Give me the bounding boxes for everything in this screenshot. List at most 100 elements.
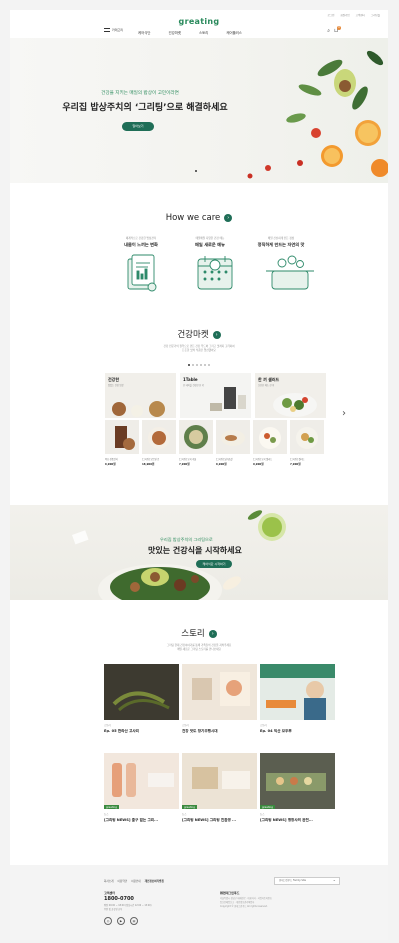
story-item-4[interactable]: greating 뉴스 [그리팅 NEWS] 출구 없는 그리...	[104, 753, 179, 823]
nav-careplus[interactable]: 케어플러스	[226, 30, 242, 35]
hero-cta-button[interactable]: 알아보기	[122, 122, 154, 131]
product-name: [그리팅] 오곡·곡물	[179, 458, 197, 461]
story-title: [그리팅 NEWS] 그리팅 친환경 ...	[182, 818, 237, 822]
footer: 회사소개 이용약관 이용안내 개인정보처리방침 현대그린푸드 Family Si…	[10, 865, 388, 940]
story-title: [그리팅 NEWS] 맹장사의 완전...	[260, 818, 313, 822]
care-section-title[interactable]: How we care ›	[10, 213, 388, 223]
care-item-sub: 매일 신선하게 만든 정성	[267, 237, 295, 240]
product-item-6[interactable]: [그리팅] 샐러드 7,900원	[290, 420, 324, 466]
family-site-select[interactable]: 현대그린푸드 Family Site	[274, 877, 340, 885]
category-label: 카테고리	[112, 28, 124, 32]
footer-link-privacy[interactable]: 개인정보처리방침	[145, 879, 164, 883]
market-dot-3[interactable]	[196, 364, 198, 366]
cart-icon[interactable]: ⊔	[334, 26, 341, 34]
story-tag: 뉴스	[182, 813, 187, 816]
product-name: 육포·전통간식	[105, 458, 118, 461]
logo[interactable]: greating	[10, 17, 388, 26]
story-item-1[interactable]: 스토리 Ep. 05 한라산 고사리	[104, 664, 179, 734]
category-button[interactable]: 카테고리	[104, 28, 123, 32]
story-title-text: 스토리	[181, 629, 205, 639]
care-illustrations	[127, 254, 314, 292]
care-item-1: 체계적으로 건강한 밥상관리 내몸이 느끼는 변화	[106, 236, 176, 248]
story-tag: 스토리	[182, 724, 189, 727]
market-desc: 건강 전문가의 철학으로 만든 건강 푸드와 그리고 맛까지 고려하여 든든한 …	[10, 345, 388, 353]
main-nav: 케어식단 건강마켓 스토리 케어플러스	[138, 30, 242, 35]
nav-market[interactable]: 건강마켓	[168, 30, 180, 35]
market-dot-5[interactable]	[204, 364, 206, 366]
story-image: greating	[104, 753, 179, 809]
product-image	[179, 420, 213, 454]
menu-icon	[104, 28, 110, 32]
product-item-2[interactable]: [그리팅] 오트밀 로 18,900원	[142, 420, 176, 466]
instagram-icon[interactable]: ◎	[104, 917, 112, 925]
market-dot-2[interactable]	[192, 364, 194, 366]
arrow-right-icon[interactable]: ›	[212, 330, 221, 339]
product-name: [그리팅] 닭가슴살	[216, 458, 233, 461]
banner-cta-button[interactable]: 케어식단 시작하기	[196, 560, 232, 568]
market-card-2[interactable]: 1Table 한 테이블 건강한 한 끼	[180, 373, 251, 418]
product-image	[105, 420, 139, 454]
arrow-right-icon[interactable]: ›	[224, 213, 233, 222]
market-section-title[interactable]: 건강마켓 ›	[10, 328, 388, 340]
banner-subtitle: 우리집 밥상주치의 그리팅으로	[160, 537, 213, 542]
product-price: 6,900원	[216, 463, 227, 466]
product-price: 6,900원	[105, 463, 116, 466]
nav-story[interactable]: 스토리	[199, 30, 208, 35]
market-dot-6[interactable]	[208, 364, 210, 366]
product-price: 9,900원	[253, 463, 264, 466]
care-item-2: 매일매일 다양한 건강 메뉴 매일 새로운 메뉴	[175, 236, 245, 248]
hero-title: 우리집 밥상주치의 ‘그리팅’으로 해결하세요	[62, 103, 228, 113]
promo-banner[interactable]: 우리집 밥상주치의 그리팅으로 맛있는 건강식을 시작하세요 케어식단 시작하기	[10, 505, 388, 600]
product-name: [그리팅] 오곡 샐러드	[253, 458, 273, 461]
story-item-3[interactable]: 스토리 Ep. 04 익산 모두부	[260, 664, 335, 734]
market-next-arrow[interactable]: ›	[342, 408, 346, 419]
story-tag: 뉴스	[104, 813, 109, 816]
story-label: greating	[182, 805, 197, 809]
care-item-sub: 체계적으로 건강한 밥상관리	[125, 237, 157, 240]
banner-title: 맛있는 건강식을 시작하세요	[148, 546, 242, 555]
product-item-1[interactable]: 육포·전통간식 6,900원	[105, 420, 139, 466]
market-dot-4[interactable]	[200, 364, 202, 366]
search-icon[interactable]: ⌕	[327, 28, 330, 34]
footer-link-about[interactable]: 회사소개	[104, 879, 114, 883]
story-section-title[interactable]: 스토리 ›	[10, 627, 388, 639]
product-price: 18,900원	[142, 463, 155, 466]
story-tag: 뉴스	[260, 813, 265, 816]
market-card-3[interactable]: 한 끼 샐러드 신선한 채소 한 끼	[255, 373, 326, 418]
story-tag: 스토리	[260, 724, 267, 727]
footer-link-terms[interactable]: 이용약관	[118, 879, 128, 883]
hero-banner[interactable]: 건강을 지키는 매일의 밥상이 고민이라면 우리집 밥상주치의 ‘그리팅’으로 …	[10, 38, 388, 183]
hero-dot-1[interactable]	[195, 170, 197, 172]
care-item-3: 매일 신선하게 만든 정성 정직하게 만드는 자연의 맛	[246, 236, 316, 248]
arrow-right-icon[interactable]: ›	[208, 629, 217, 638]
header-icons: ⌕ ⊔	[327, 26, 341, 34]
care-item-title: 정직하게 만드는 자연의 맛	[257, 242, 305, 247]
story-label: greating	[260, 805, 275, 809]
product-item-4[interactable]: [그리팅] 닭가슴살 6,900원	[216, 420, 250, 466]
calendar-icon	[197, 256, 233, 290]
youtube-icon[interactable]: ▶	[117, 917, 125, 925]
story-item-2[interactable]: 스토리 건강 맛도 장기주행시대	[182, 664, 257, 734]
footer-links: 회사소개 이용약관 이용안내 개인정보처리방침	[104, 879, 164, 883]
product-item-5[interactable]: [그리팅] 오곡 샐러드 9,900원	[253, 420, 287, 466]
story-tag: 스토리	[104, 724, 111, 727]
story-item-6[interactable]: greating 뉴스 [그리팅 NEWS] 맹장사의 완전...	[260, 753, 335, 823]
story-image	[104, 664, 179, 720]
product-price: 7,900원	[290, 463, 301, 466]
market-dot-1[interactable]	[188, 364, 190, 366]
care-item-sub: 매일매일 다양한 건강 메뉴	[195, 237, 225, 240]
story-image	[182, 664, 257, 720]
footer-link-guide[interactable]: 이용안내	[131, 879, 141, 883]
blog-icon[interactable]: ▤	[130, 917, 138, 925]
nav-care[interactable]: 케어식단	[138, 30, 150, 35]
story-desc: 그리팅 현대 건강이야기를 통해 가족들의 건강을 지켜주세요 매일 새로운 그…	[10, 644, 388, 652]
cs-hours: 평일 09:00 ~ 18:00 (점심시간 12:00 ~ 13:00) 주말…	[104, 904, 152, 911]
product-item-3[interactable]: [그리팅] 오곡·곡물 7,900원	[179, 420, 213, 466]
care-item-title: 내몸이 느끼는 변화	[124, 242, 158, 247]
product-image	[253, 420, 287, 454]
story-title: Ep. 05 한라산 고사리	[104, 729, 139, 733]
market-card-1[interactable]: 건강한 맛있는 건강 밥상	[105, 373, 176, 418]
cs-number[interactable]: 1800-0700	[104, 896, 134, 902]
story-image	[260, 664, 335, 720]
story-item-5[interactable]: greating 뉴스 [그리팅 NEWS] 그리팅 친환경 ...	[182, 753, 257, 823]
